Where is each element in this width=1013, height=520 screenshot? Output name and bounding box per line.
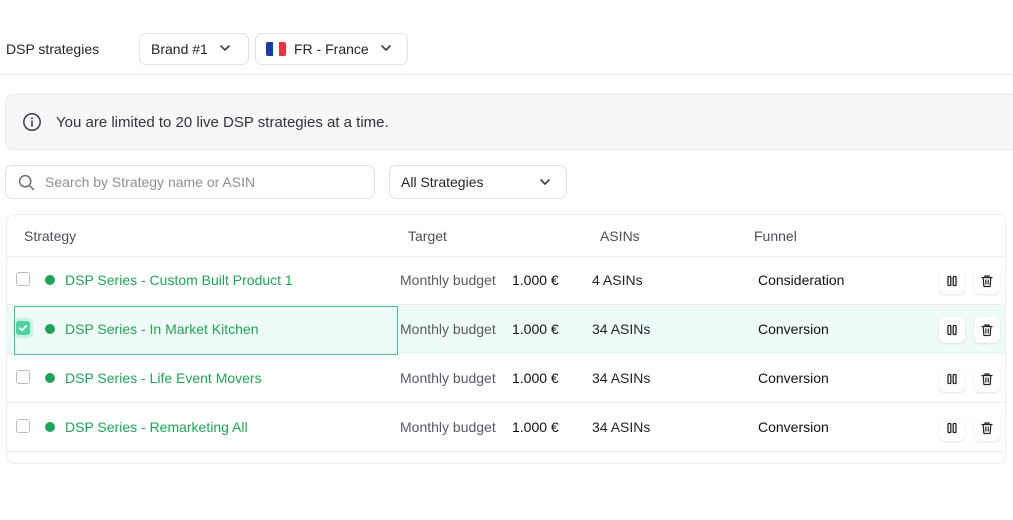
check-icon <box>18 324 28 332</box>
asins-count: 34 ASINs <box>592 321 651 337</box>
funnel-stage: Conversion <box>758 370 829 386</box>
chevron-down-icon <box>218 41 232 58</box>
target-label: Monthly budget <box>400 321 496 337</box>
asins-count: 34 ASINs <box>592 419 651 435</box>
column-header-funnel[interactable]: Funnel <box>754 228 797 244</box>
france-flag-icon <box>266 42 286 56</box>
pause-button[interactable] <box>939 366 965 392</box>
strategies-table: Strategy Target ASINs Funnel DSP Series … <box>6 214 1006 464</box>
table-row-selected[interactable]: DSP Series - In Market Kitchen Monthly b… <box>7 305 1005 354</box>
target-value: 1.000 € <box>512 272 559 288</box>
row-checkbox-checked[interactable] <box>16 321 30 335</box>
status-active-dot <box>45 373 55 383</box>
strategy-name-link[interactable]: DSP Series - Life Event Movers <box>65 370 262 386</box>
target-label: Monthly budget <box>400 272 496 288</box>
strategy-name-link[interactable]: DSP Series - Custom Built Product 1 <box>65 272 293 288</box>
status-active-dot <box>45 422 55 432</box>
table-row[interactable]: DSP Series - Custom Built Product 1 Mont… <box>7 256 1005 305</box>
strategy-name-link[interactable]: DSP Series - In Market Kitchen <box>65 321 258 337</box>
funnel-stage: Conversion <box>758 321 829 337</box>
delete-button[interactable] <box>974 366 1000 392</box>
table-row[interactable]: DSP Series - Life Event Movers Monthly b… <box>7 354 1005 403</box>
strategy-filter-value: All Strategies <box>401 174 484 190</box>
target-value: 1.000 € <box>512 370 559 386</box>
delete-button[interactable] <box>974 415 1000 441</box>
page-header: DSP strategies Brand #1 FR - France <box>0 0 1013 75</box>
target-value: 1.000 € <box>512 321 559 337</box>
target-label: Monthly budget <box>400 419 496 435</box>
trash-icon <box>981 422 993 435</box>
trash-icon <box>981 373 993 386</box>
delete-button[interactable] <box>974 317 1000 343</box>
page-title: DSP strategies <box>6 41 100 57</box>
asins-count: 4 ASINs <box>592 272 643 288</box>
asins-count: 34 ASINs <box>592 370 651 386</box>
search-icon <box>18 174 35 191</box>
trash-icon <box>981 275 993 288</box>
funnel-stage: Conversion <box>758 419 829 435</box>
pause-button[interactable] <box>939 415 965 441</box>
chevron-down-icon <box>379 41 393 58</box>
column-header-strategy[interactable]: Strategy <box>24 228 76 244</box>
strategy-name-link[interactable]: DSP Series - Remarketing All <box>65 419 248 435</box>
banner-text: You are limited to 20 live DSP strategie… <box>56 113 389 131</box>
status-active-dot <box>45 324 55 334</box>
chevron-down-icon <box>538 175 552 189</box>
pause-icon <box>947 324 957 336</box>
brand-select[interactable]: Brand #1 <box>139 33 249 65</box>
search-input[interactable] <box>43 173 347 191</box>
table-header: Strategy Target ASINs Funnel <box>7 215 1005 257</box>
trash-icon <box>981 324 993 337</box>
row-checkbox[interactable] <box>16 370 30 384</box>
target-value: 1.000 € <box>512 419 559 435</box>
pause-icon <box>947 422 957 434</box>
funnel-stage: Consideration <box>758 272 845 288</box>
row-checkbox[interactable] <box>16 272 30 286</box>
row-checkbox[interactable] <box>16 419 30 433</box>
target-label: Monthly budget <box>400 370 496 386</box>
table-row[interactable]: DSP Series - Remarketing All Monthly bud… <box>7 403 1005 452</box>
strategy-filter-select[interactable]: All Strategies <box>389 165 567 199</box>
pause-icon <box>947 373 957 385</box>
info-icon <box>22 112 42 132</box>
column-header-target[interactable]: Target <box>408 228 447 244</box>
search-field[interactable] <box>5 165 375 199</box>
limit-info-banner: You are limited to 20 live DSP strategie… <box>5 94 1013 150</box>
delete-button[interactable] <box>974 268 1000 294</box>
pause-button[interactable] <box>939 317 965 343</box>
country-select-value: FR - France <box>294 41 369 57</box>
pause-button[interactable] <box>939 268 965 294</box>
status-active-dot <box>45 275 55 285</box>
brand-select-value: Brand #1 <box>151 41 208 57</box>
column-header-asins[interactable]: ASINs <box>600 228 640 244</box>
country-select[interactable]: FR - France <box>255 33 408 65</box>
pause-icon <box>947 275 957 287</box>
